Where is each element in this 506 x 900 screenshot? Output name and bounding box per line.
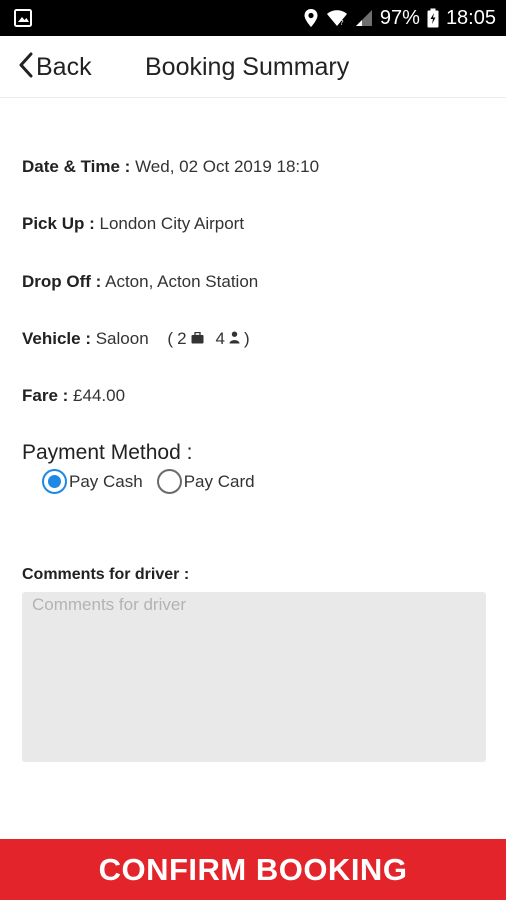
date-time-label: Date & Time :	[22, 157, 131, 176]
date-time-value: Wed, 02 Oct 2019 18:10	[135, 157, 320, 176]
battery-icon	[427, 8, 439, 28]
page-title: Booking Summary	[145, 53, 350, 81]
vehicle-label: Vehicle :	[22, 329, 91, 348]
radio-checked-icon[interactable]	[42, 469, 67, 494]
battery-percent: 97%	[379, 6, 420, 29]
location-icon	[303, 8, 319, 28]
fare-label: Fare :	[22, 386, 69, 405]
pay-card-radio[interactable]: Pay Card	[156, 469, 255, 494]
payment-method-group: Pay Cash Pay Card	[42, 469, 269, 494]
payment-method-title: Payment Method :	[22, 441, 193, 464]
drop-off-row: Drop Off : Acton, Acton Station	[22, 271, 258, 293]
luggage-count: 2	[177, 329, 187, 348]
vehicle-value: Saloon	[95, 329, 149, 348]
confirm-booking-button[interactable]: CONFIRM BOOKING	[0, 839, 506, 900]
comments-field[interactable]	[22, 592, 486, 762]
back-button[interactable]: Back	[18, 50, 92, 84]
fare-row: Fare : £44.00	[22, 385, 125, 407]
status-bar: ? 97% 18:05	[0, 0, 506, 36]
clock: 18:05	[445, 6, 496, 29]
svg-text:?: ?	[340, 19, 344, 27]
image-icon	[14, 9, 32, 27]
luggage-icon	[191, 328, 204, 350]
capacity-open-paren: (	[167, 329, 174, 348]
pay-cash-label[interactable]: Pay Cash	[69, 472, 143, 492]
radio-unchecked-icon[interactable]	[156, 469, 182, 494]
capacity-close-paren: )	[244, 329, 250, 348]
pick-up-value: London City Airport	[99, 214, 245, 233]
comments-label: Comments for driver :	[22, 566, 190, 583]
pick-up-row: Pick Up : London City Airport	[22, 213, 244, 235]
person-icon	[229, 328, 240, 350]
app-header: Back Booking Summary	[0, 36, 506, 98]
passenger-count: 4	[215, 329, 225, 348]
wifi-icon: ?	[326, 9, 348, 27]
pick-up-label: Pick Up :	[22, 214, 95, 233]
pay-card-label[interactable]: Pay Card	[184, 472, 255, 492]
vehicle-capacity: (2 4 )	[167, 328, 249, 350]
pay-cash-radio[interactable]: Pay Cash	[42, 469, 143, 494]
vehicle-row: Vehicle : Saloon (2 4 )	[22, 328, 250, 350]
date-time-row: Date & Time : Wed, 02 Oct 2019 18:10	[22, 156, 319, 178]
back-label: Back	[36, 52, 92, 81]
drop-off-label: Drop Off :	[22, 272, 102, 291]
fare-value: £44.00	[73, 386, 126, 405]
drop-off-value: Acton, Acton Station	[105, 272, 259, 291]
signal-icon	[355, 9, 373, 27]
chevron-left-icon	[18, 52, 34, 83]
